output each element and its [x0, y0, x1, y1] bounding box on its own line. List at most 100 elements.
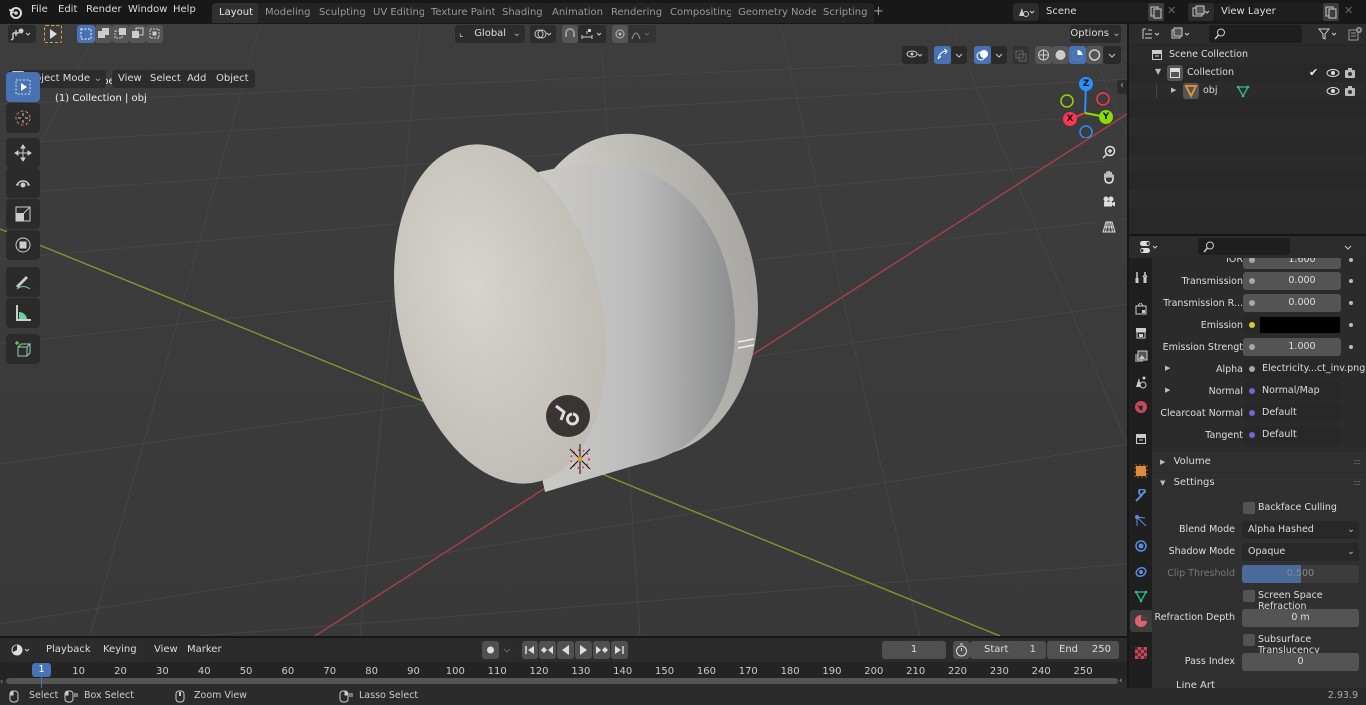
new-collection-icon[interactable]	[1347, 26, 1363, 42]
overlays-toggle-icon[interactable]	[974, 46, 991, 64]
camera-render-icon[interactable]	[1344, 67, 1356, 79]
jump-to-start-button[interactable]	[522, 641, 538, 659]
tool-measure-icon[interactable]	[6, 298, 40, 328]
select-mode-invert-button[interactable]	[129, 25, 146, 43]
keyframe-dot-icon[interactable]	[1349, 279, 1353, 283]
backface-culling-checkbox[interactable]	[1243, 502, 1255, 514]
auto-keying-record-button[interactable]	[482, 641, 499, 659]
properties-search-input[interactable]	[1198, 238, 1290, 255]
shading-rendered-icon[interactable]	[1086, 46, 1103, 64]
tab-collection-icon[interactable]	[1130, 428, 1152, 450]
transmission-roughness-field[interactable]: 0.000	[1243, 294, 1341, 312]
tool-annotate-icon[interactable]	[6, 267, 40, 297]
new-view-layer-icon[interactable]	[1323, 3, 1339, 21]
tab-texture-icon[interactable]	[1130, 642, 1152, 664]
expand-arrow-icon[interactable]: ›	[0, 677, 3, 686]
tab-render-icon[interactable]	[1130, 298, 1152, 320]
snap-target-dropdown[interactable]	[578, 25, 606, 43]
shading-wireframe-icon[interactable]	[1035, 46, 1052, 64]
transform-orientation-dropdown[interactable]: ⌞ Global ⌄	[455, 25, 525, 43]
auto-keying-dropdown[interactable]	[499, 641, 515, 659]
shading-material-preview-icon[interactable]	[1069, 46, 1086, 64]
select-tool-button[interactable]	[44, 25, 62, 43]
tab-object-icon[interactable]	[1130, 460, 1152, 482]
tab-shading[interactable]: Shading	[495, 3, 550, 23]
keyframe-dot-icon[interactable]	[1349, 345, 1353, 349]
collection-exclude-checkbox[interactable]: ✔	[1309, 66, 1318, 79]
sidebar-toggle-arrow[interactable]: ‹	[1117, 80, 1127, 94]
shading-solid-icon[interactable]	[1052, 46, 1069, 64]
properties-editor-type-button[interactable]	[1137, 238, 1163, 256]
keyframe-dot-icon[interactable]	[1349, 258, 1353, 262]
new-scene-icon[interactable]	[1148, 3, 1164, 21]
properties-options-dropdown[interactable]	[1339, 238, 1357, 256]
tool-scale-icon[interactable]	[6, 199, 40, 229]
camera-view-icon[interactable]	[1097, 190, 1121, 214]
transmission-field[interactable]: 0.000	[1243, 272, 1341, 290]
drag-handle-icon[interactable]: ::::	[1353, 452, 1361, 472]
overlays-dropdown[interactable]	[991, 46, 1007, 64]
tab-scene-icon[interactable]	[1130, 371, 1152, 393]
shadow-mode-dropdown[interactable]: Opaque ⌄	[1242, 543, 1359, 561]
outliner-search-input[interactable]	[1209, 25, 1302, 43]
tool-transform-icon[interactable]	[6, 230, 40, 260]
gizmo-dropdown[interactable]	[951, 46, 967, 64]
blend-mode-dropdown[interactable]: Alpha Hashed ⌄	[1242, 521, 1359, 539]
select-mode-extend-button[interactable]	[95, 25, 112, 43]
tab-layout[interactable]: Layout	[212, 3, 260, 23]
tab-rendering[interactable]: Rendering	[604, 3, 670, 23]
tab-view-layer-icon[interactable]	[1130, 346, 1152, 368]
navigation-gizmo[interactable]: Z X Y	[1056, 74, 1120, 138]
xray-toggle-icon[interactable]	[1013, 46, 1029, 64]
pivot-point-dropdown[interactable]	[530, 25, 556, 43]
outliner-row-collection[interactable]: ▼ Collection ✔	[1129, 64, 1366, 82]
view-layer-name-field[interactable]: View Layer	[1215, 3, 1323, 21]
tab-output-icon[interactable]	[1130, 322, 1152, 344]
select-mode-subtract-button[interactable]	[112, 25, 129, 43]
tool-add-cube-icon[interactable]	[6, 334, 40, 364]
jump-to-end-button[interactable]	[611, 641, 628, 659]
timeline-menu-view[interactable]: View	[154, 644, 178, 655]
tab-tool-icon[interactable]	[1130, 266, 1152, 288]
clearcoat-normal-field[interactable]: Default	[1243, 404, 1341, 422]
jump-to-previous-keyframe-button[interactable]	[539, 641, 556, 659]
mesh-data-icon[interactable]	[1236, 84, 1250, 98]
blender-logo-icon[interactable]	[8, 5, 22, 19]
drag-handle-icon[interactable]: ::::	[1353, 473, 1361, 493]
play-reverse-button[interactable]	[557, 641, 574, 659]
gizmo-x-axis[interactable]: X	[1063, 112, 1077, 126]
outliner-display-mode-button[interactable]	[1169, 25, 1195, 43]
3d-viewport[interactable]: User Perspective (1) Collection | obj Z …	[0, 24, 1127, 636]
timeline-scrollbar[interactable]	[6, 678, 1118, 684]
playback-menu[interactable]: Playback ⌄	[40, 641, 96, 673]
menu-render[interactable]: Render	[86, 4, 122, 15]
delete-scene-icon[interactable]: ✕	[1167, 4, 1176, 17]
viewport-menu-object[interactable]: Object	[210, 70, 255, 88]
jump-to-next-keyframe-button[interactable]	[593, 641, 610, 659]
normal-link-field[interactable]: Normal/Map	[1243, 382, 1341, 400]
outliner-row-scene-collection[interactable]: Scene Collection	[1129, 46, 1366, 64]
menu-file[interactable]: File	[31, 4, 48, 15]
tab-texture-paint[interactable]: Texture Paint	[424, 3, 503, 23]
scene-selector-button[interactable]	[1013, 3, 1039, 21]
tool-select-box-icon[interactable]	[6, 72, 40, 102]
alpha-link-field[interactable]: Electricity...ct_inv.png	[1243, 360, 1365, 378]
scene-name-field[interactable]: Scene	[1040, 3, 1148, 21]
tab-sculpting[interactable]: Sculpting	[312, 3, 373, 23]
tab-compositing[interactable]: Compositing	[663, 3, 740, 23]
emission-color-field[interactable]	[1243, 316, 1341, 334]
refraction-depth-field[interactable]: 0 m	[1242, 609, 1359, 627]
proportional-falloff-dropdown[interactable]	[628, 25, 656, 43]
add-workspace-button[interactable]: +	[866, 3, 891, 23]
tab-constraints-icon[interactable]	[1130, 560, 1152, 582]
select-mode-new-button[interactable]	[77, 25, 95, 43]
tab-particles-icon[interactable]	[1130, 510, 1152, 532]
clip-threshold-slider[interactable]: 0.500	[1242, 565, 1359, 583]
tab-modifiers-icon[interactable]	[1130, 485, 1152, 507]
tool-move-icon[interactable]	[6, 138, 40, 168]
shading-dropdown[interactable]	[1103, 46, 1121, 64]
outliner-editor-type-button[interactable]	[1139, 25, 1165, 43]
collapse-arrow-icon[interactable]: ‹	[1119, 676, 1123, 686]
perspective-toggle-icon[interactable]	[1097, 215, 1121, 239]
proportional-editing-icon[interactable]	[612, 25, 628, 43]
